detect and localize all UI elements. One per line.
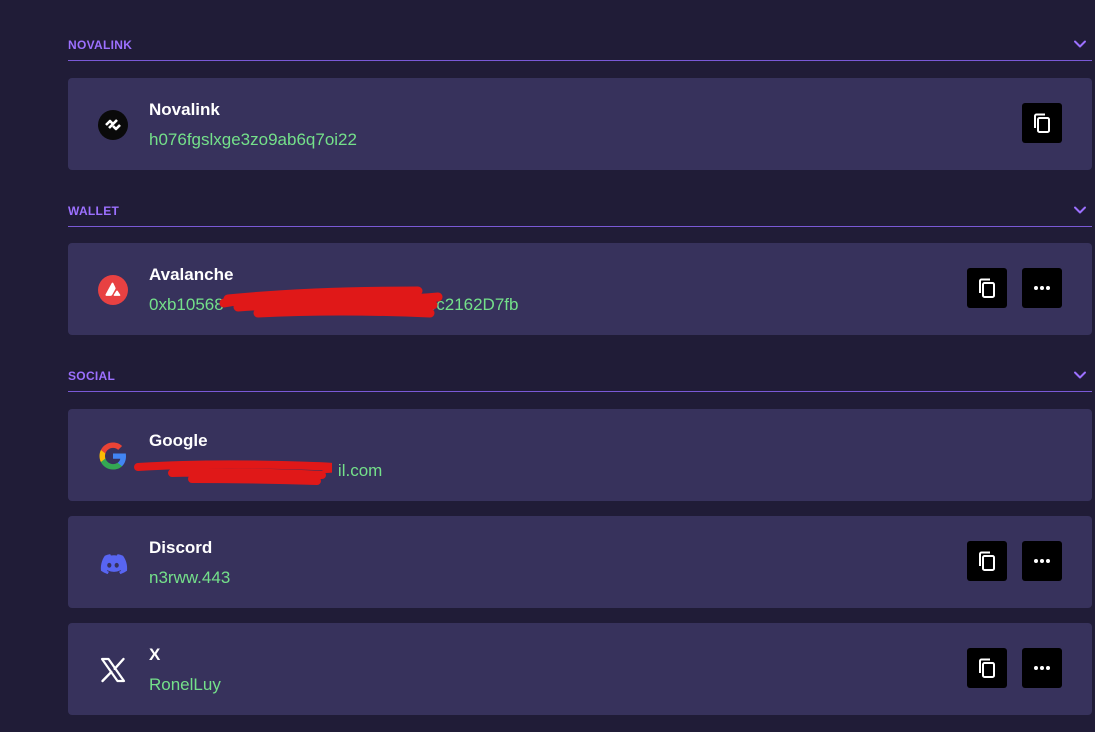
account-name: X	[149, 645, 161, 664]
more-icon	[1034, 286, 1050, 290]
section-header-novalink[interactable]: NOVALINK	[68, 38, 1092, 61]
account-value: h076fgslxge3zo9ab6q7oi22	[149, 130, 357, 149]
more-icon	[1034, 559, 1050, 563]
chevron-down-icon[interactable]	[1072, 36, 1088, 52]
account-card-avalanche: Avalanche 0xb10568 3ec2162D7fb	[68, 243, 1092, 335]
account-name: Discord	[149, 538, 213, 557]
novalink-icon	[96, 108, 130, 142]
section-header-social[interactable]: SOCIAL	[68, 369, 1092, 392]
copy-button[interactable]	[1022, 103, 1062, 143]
x-icon	[96, 653, 130, 687]
google-icon	[96, 439, 130, 473]
chevron-down-icon[interactable]	[1072, 367, 1088, 383]
section-title-social: SOCIAL	[68, 369, 116, 383]
linked-accounts-page: NOVALINK Novalink h076fgslxge3zo9ab6q7oi…	[0, 0, 1095, 732]
account-card-discord: Discord n3rww.443	[68, 516, 1092, 608]
account-value: il.com	[149, 461, 383, 480]
more-options-button[interactable]	[1022, 541, 1062, 581]
account-card-x: X RonelLuy	[68, 623, 1092, 715]
section-title-novalink: NOVALINK	[68, 38, 133, 52]
account-name: Novalink	[149, 100, 220, 119]
account-value: RonelLuy	[149, 675, 221, 694]
more-icon	[1034, 666, 1050, 670]
discord-icon	[96, 546, 130, 580]
more-options-button[interactable]	[1022, 648, 1062, 688]
copy-icon	[979, 278, 995, 298]
copy-button[interactable]	[967, 541, 1007, 581]
copy-button[interactable]	[967, 268, 1007, 308]
chevron-down-icon[interactable]	[1072, 202, 1088, 218]
account-value: n3rww.443	[149, 568, 231, 587]
account-value: 0xb10568 3ec2162D7fb	[149, 295, 519, 314]
copy-icon	[1034, 113, 1050, 133]
account-card-novalink: Novalink h076fgslxge3zo9ab6q7oi22	[68, 78, 1092, 170]
account-card-google: Google il.com	[68, 409, 1092, 501]
account-name: Avalanche	[149, 265, 234, 284]
section-header-wallet[interactable]: WALLET	[68, 204, 1092, 227]
more-options-button[interactable]	[1022, 268, 1062, 308]
avalanche-icon	[96, 273, 130, 307]
section-title-wallet: WALLET	[68, 204, 120, 218]
copy-icon	[979, 658, 995, 678]
account-name: Google	[149, 431, 208, 450]
copy-button[interactable]	[967, 648, 1007, 688]
copy-icon	[979, 551, 995, 571]
